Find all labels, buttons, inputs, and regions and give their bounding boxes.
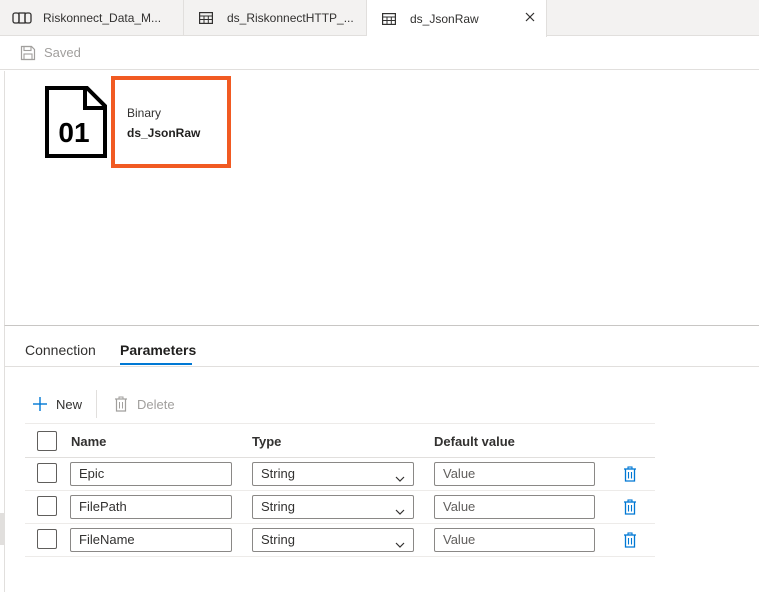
chevron-down-icon xyxy=(395,469,405,482)
delete-button-label: Delete xyxy=(137,396,175,412)
new-button-label: New xyxy=(56,396,83,412)
trash-icon[interactable] xyxy=(623,499,637,515)
row-checkbox[interactable] xyxy=(37,529,57,549)
binary-file-icon-text: 01 xyxy=(58,117,89,148)
column-header-default-value: Default value xyxy=(434,434,515,449)
tab-label: ds_RiskonnectHTTP_... xyxy=(227,11,354,25)
default-value-input[interactable]: Value xyxy=(434,495,595,519)
table-row: Epic String Value xyxy=(25,458,655,491)
panel-left-border xyxy=(4,367,5,592)
plus-icon xyxy=(32,396,48,412)
parameter-type-value: String xyxy=(261,466,295,481)
row-checkbox[interactable] xyxy=(37,463,57,483)
close-icon[interactable] xyxy=(524,11,536,23)
trash-icon[interactable] xyxy=(623,532,637,548)
tab-label: Riskonnect_Data_M... xyxy=(43,11,162,25)
tab-riskonnect-data-pipeline[interactable]: Riskonnect_Data_M... xyxy=(0,0,184,36)
pipeline-icon xyxy=(12,11,32,25)
table-row: FilePath String Value xyxy=(25,491,655,524)
save-icon xyxy=(20,45,36,61)
parameters-grid: Name Type Default value Epic String Valu… xyxy=(25,423,655,557)
parameter-name-input[interactable]: FilePath xyxy=(70,495,232,519)
chevron-down-icon xyxy=(395,502,405,515)
action-separator xyxy=(96,390,98,418)
parameter-actions: New Delete xyxy=(32,390,175,418)
parameter-name-input[interactable]: FileName xyxy=(70,528,232,552)
parameter-type-select[interactable]: String xyxy=(252,528,414,552)
parameter-type-value: String xyxy=(261,532,295,547)
table-icon xyxy=(379,12,399,26)
binary-file-icon[interactable]: 01 xyxy=(45,86,107,158)
tab-connection[interactable]: Connection xyxy=(25,342,96,358)
parameter-type-select[interactable]: String xyxy=(252,495,414,519)
grid-header: Name Type Default value xyxy=(25,423,655,458)
panel-left-edge xyxy=(0,513,4,545)
row-checkbox[interactable] xyxy=(37,496,57,516)
table-row: FileName String Value xyxy=(25,524,655,557)
column-header-type: Type xyxy=(252,434,282,449)
new-button[interactable]: New xyxy=(32,396,82,412)
parameter-name-input[interactable]: Epic xyxy=(70,462,232,486)
trash-icon xyxy=(113,396,129,412)
column-header-name: Name xyxy=(71,434,107,449)
saved-status: Saved xyxy=(44,45,81,60)
dataset-name: ds_JsonRaw xyxy=(127,126,201,140)
dataset-canvas: 01 Binary ds_JsonRaw xyxy=(4,71,759,326)
select-all-checkbox[interactable] xyxy=(37,431,57,451)
document-tab-bar: Riskonnect_Data_M... ds_RiskonnectHTTP_.… xyxy=(0,0,759,37)
delete-button[interactable]: Delete xyxy=(113,396,175,412)
active-tab-indicator xyxy=(120,363,192,365)
parameter-type-value: String xyxy=(261,499,295,514)
parameter-type-select[interactable]: String xyxy=(252,462,414,486)
tab-ds-jsonraw[interactable]: ds_JsonRaw xyxy=(367,0,547,37)
chevron-down-icon xyxy=(395,535,405,548)
properties-tabs: Connection Parameters xyxy=(4,326,759,367)
tab-label: ds_JsonRaw xyxy=(410,11,479,26)
table-icon xyxy=(196,11,216,25)
toolbar: Saved xyxy=(0,36,759,70)
dataset-type: Binary xyxy=(127,106,162,120)
dataset-node[interactable]: Binary ds_JsonRaw xyxy=(111,76,231,168)
tab-ds-riskonnecthttp[interactable]: ds_RiskonnectHTTP_... xyxy=(184,0,367,36)
default-value-input[interactable]: Value xyxy=(434,528,595,552)
trash-icon[interactable] xyxy=(623,466,637,482)
default-value-input[interactable]: Value xyxy=(434,462,595,486)
tab-parameters[interactable]: Parameters xyxy=(120,342,196,358)
